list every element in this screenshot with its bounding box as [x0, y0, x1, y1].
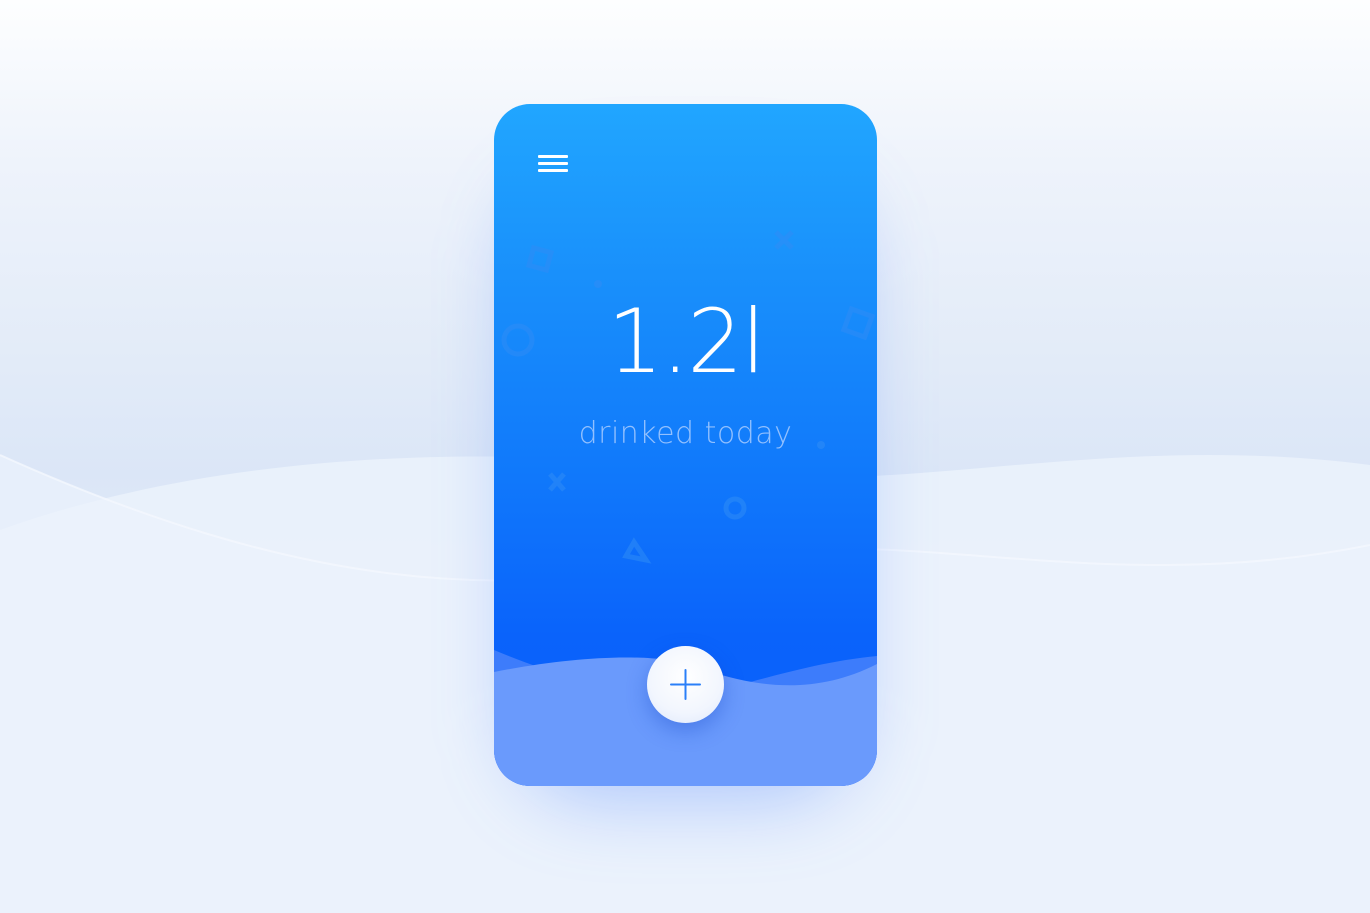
phone-screen: 1.2l drinked today	[494, 104, 877, 786]
add-water-button[interactable]	[647, 646, 724, 723]
deco-cross-bottom	[548, 472, 566, 492]
menu-button[interactable]	[532, 150, 576, 180]
deco-circle-bottom	[723, 496, 747, 520]
deco-square-left	[525, 244, 555, 274]
hamburger-menu-icon	[538, 155, 568, 172]
deco-dot-top	[594, 280, 602, 288]
plus-icon	[670, 669, 701, 700]
water-amount: 1.2l	[607, 290, 765, 393]
deco-cross-top	[774, 230, 794, 250]
amount-label: drinked today	[578, 416, 793, 451]
deco-triangle	[622, 537, 652, 564]
